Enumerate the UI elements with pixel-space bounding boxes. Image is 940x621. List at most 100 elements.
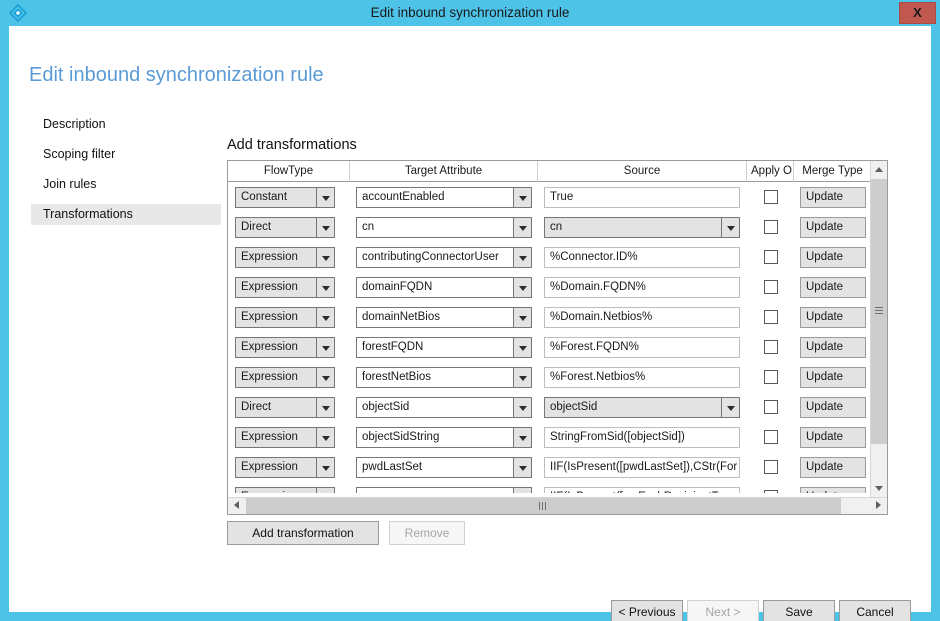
flowtype-dropdown[interactable]: Expression xyxy=(235,336,335,358)
column-header-flowtype[interactable]: FlowType xyxy=(228,161,350,182)
add-transformation-button[interactable]: Add transformation xyxy=(227,521,379,545)
grid-vertical-scrollbar[interactable] xyxy=(870,161,887,497)
target-attribute-dropdown[interactable]: cn xyxy=(356,216,532,238)
close-button[interactable]: X xyxy=(899,2,936,24)
source-input[interactable]: IIF(IsPresent([pwdLastSet]),CStr(For xyxy=(544,456,740,478)
apply-once-checkbox[interactable] xyxy=(763,220,778,234)
chevron-down-icon[interactable] xyxy=(316,457,334,477)
apply-once-checkbox[interactable] xyxy=(763,310,778,324)
flowtype-dropdown[interactable]: Constant xyxy=(235,186,335,208)
merge-type-button[interactable]: Update xyxy=(800,306,866,328)
merge-type-button[interactable]: Update xyxy=(800,456,866,478)
vertical-scroll-thumb[interactable] xyxy=(871,179,887,444)
column-header-target-attribute[interactable]: Target Attribute xyxy=(350,161,538,182)
column-header-apply-once[interactable]: Apply O xyxy=(747,161,794,182)
target-attribute-dropdown[interactable]: forestNetBios xyxy=(356,366,532,388)
chevron-down-icon[interactable] xyxy=(513,277,531,297)
apply-once-checkbox[interactable] xyxy=(763,190,778,204)
apply-once-checkbox[interactable] xyxy=(763,370,778,384)
source-input[interactable]: True xyxy=(544,186,740,208)
grid-horizontal-scrollbar[interactable] xyxy=(228,497,887,514)
chevron-down-icon[interactable] xyxy=(513,247,531,267)
sidebar-item-join-rules[interactable]: Join rules xyxy=(31,174,221,195)
chevron-down-icon[interactable] xyxy=(513,397,531,417)
merge-type-button[interactable]: Update xyxy=(800,246,866,268)
chevron-down-icon[interactable] xyxy=(721,397,739,417)
merge-type-button[interactable]: Update xyxy=(800,426,866,448)
scroll-down-icon[interactable] xyxy=(871,480,887,497)
source-input[interactable]: %Forest.Netbios% xyxy=(544,366,740,388)
chevron-down-icon[interactable] xyxy=(513,367,531,387)
chevron-down-icon[interactable] xyxy=(316,307,334,327)
flowtype-dropdown[interactable]: Expression xyxy=(235,456,335,478)
merge-type-button[interactable]: Update xyxy=(800,336,866,358)
apply-once-checkbox[interactable] xyxy=(763,490,778,493)
source-input[interactable]: %Connector.ID% xyxy=(544,246,740,268)
horizontal-scroll-thumb[interactable] xyxy=(246,498,841,514)
chevron-down-icon[interactable] xyxy=(316,187,334,207)
target-attribute-dropdown[interactable]: forestFQDN xyxy=(356,336,532,358)
previous-button[interactable]: < Previous xyxy=(611,600,683,621)
flowtype-dropdown[interactable]: Direct xyxy=(235,396,335,418)
chevron-down-icon[interactable] xyxy=(513,337,531,357)
chevron-down-icon[interactable] xyxy=(316,367,334,387)
sidebar-item-transformations[interactable]: Transformations xyxy=(31,204,221,225)
merge-type-button[interactable]: Update xyxy=(800,276,866,298)
target-attribute-dropdown[interactable]: contributingConnectorUser xyxy=(356,246,532,268)
chevron-down-icon[interactable] xyxy=(316,487,334,493)
save-button[interactable]: Save xyxy=(763,600,835,621)
flowtype-dropdown[interactable]: Expression xyxy=(235,426,335,448)
merge-type-button[interactable]: Update xyxy=(800,216,866,238)
source-dropdown[interactable]: cn xyxy=(544,216,740,238)
apply-once-checkbox[interactable] xyxy=(763,340,778,354)
sidebar-item-description[interactable]: Description xyxy=(31,114,221,135)
source-input[interactable]: %Domain.FQDN% xyxy=(544,276,740,298)
flowtype-dropdown[interactable]: Expression xyxy=(235,306,335,328)
scroll-right-icon[interactable] xyxy=(870,498,887,514)
target-attribute-dropdown[interactable] xyxy=(356,486,532,493)
target-attribute-dropdown[interactable]: objectSid xyxy=(356,396,532,418)
chevron-down-icon[interactable] xyxy=(513,217,531,237)
chevron-down-icon[interactable] xyxy=(316,397,334,417)
merge-type-button[interactable]: Update xyxy=(800,396,866,418)
merge-type-button[interactable]: Update xyxy=(800,366,866,388)
chevron-down-icon[interactable] xyxy=(316,337,334,357)
chevron-down-icon[interactable] xyxy=(513,427,531,447)
column-header-merge-type[interactable]: Merge Type xyxy=(794,161,871,182)
source-dropdown[interactable]: objectSid xyxy=(544,396,740,418)
scroll-up-icon[interactable] xyxy=(871,161,887,178)
chevron-down-icon[interactable] xyxy=(316,217,334,237)
chevron-down-icon[interactable] xyxy=(513,307,531,327)
scroll-left-icon[interactable] xyxy=(228,498,245,514)
apply-once-checkbox[interactable] xyxy=(763,250,778,264)
apply-once-checkbox[interactable] xyxy=(763,460,778,474)
source-input[interactable]: %Forest.FQDN% xyxy=(544,336,740,358)
next-button[interactable]: Next > xyxy=(687,600,759,621)
chevron-down-icon[interactable] xyxy=(721,217,739,237)
source-input[interactable]: StringFromSid([objectSid]) xyxy=(544,426,740,448)
source-input[interactable]: %Domain.Netbios% xyxy=(544,306,740,328)
target-attribute-dropdown[interactable]: accountEnabled xyxy=(356,186,532,208)
apply-once-checkbox[interactable] xyxy=(763,280,778,294)
cancel-button[interactable]: Cancel xyxy=(839,600,911,621)
merge-type-button[interactable]: Update xyxy=(800,186,866,208)
apply-once-checkbox[interactable] xyxy=(763,400,778,414)
merge-type-button[interactable]: Update xyxy=(800,486,866,493)
flowtype-dropdown[interactable]: Expression xyxy=(235,486,335,493)
chevron-down-icon[interactable] xyxy=(513,187,531,207)
chevron-down-icon[interactable] xyxy=(316,247,334,267)
chevron-down-icon[interactable] xyxy=(316,427,334,447)
target-attribute-dropdown[interactable]: domainFQDN xyxy=(356,276,532,298)
target-attribute-dropdown[interactable]: pwdLastSet xyxy=(356,456,532,478)
flowtype-dropdown[interactable]: Expression xyxy=(235,246,335,268)
chevron-down-icon[interactable] xyxy=(513,487,531,493)
apply-once-checkbox[interactable] xyxy=(763,430,778,444)
chevron-down-icon[interactable] xyxy=(513,457,531,477)
remove-button[interactable]: Remove xyxy=(389,521,465,545)
column-header-source[interactable]: Source xyxy=(538,161,747,182)
sidebar-item-scoping-filter[interactable]: Scoping filter xyxy=(31,144,221,165)
target-attribute-dropdown[interactable]: domainNetBios xyxy=(356,306,532,328)
target-attribute-dropdown[interactable]: objectSidString xyxy=(356,426,532,448)
flowtype-dropdown[interactable]: Expression xyxy=(235,276,335,298)
chevron-down-icon[interactable] xyxy=(316,277,334,297)
